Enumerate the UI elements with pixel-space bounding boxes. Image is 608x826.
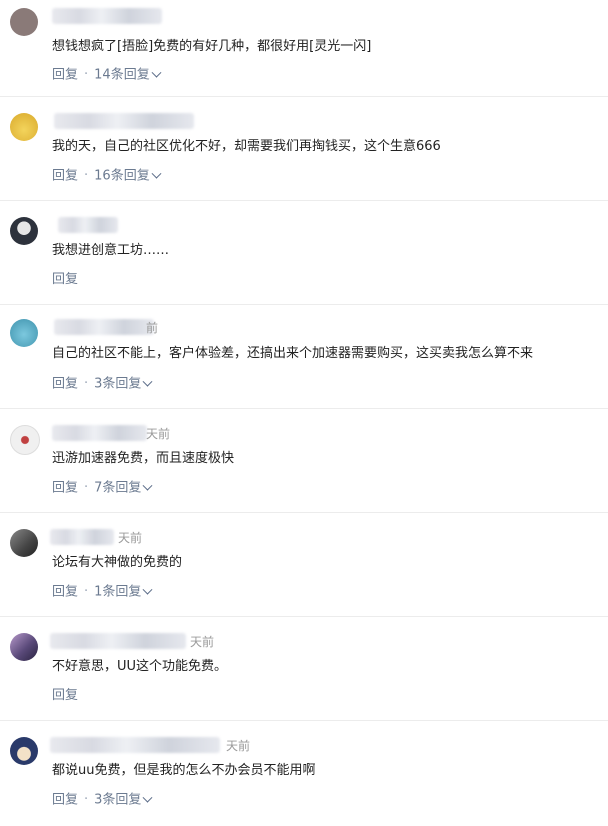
comment-text: 自己的社区不能上，客户体验差，还搞出来个加速器需要购买，这买卖我怎么算不来	[52, 346, 534, 361]
chevron-down-icon	[151, 168, 162, 179]
chevron-down-icon	[142, 792, 153, 803]
comment-text: 想钱想疯了[捂脸]免费的有好几种，都很好用[灵光一闪]	[52, 39, 372, 54]
comment-header	[46, 215, 588, 235]
comment-item: 天前 论坛有大神做的免费的 回复 · 1条回复	[0, 513, 608, 617]
reply-button[interactable]: 回复	[52, 272, 78, 287]
expand-replies-button[interactable]: 16条回复	[94, 168, 162, 184]
user-avatar[interactable]	[10, 529, 38, 557]
user-avatar[interactable]	[10, 737, 38, 765]
comment-text: 都说uu免费，但是我的怎么不办会员不能用啊	[52, 763, 316, 778]
comment-actions: 回复 · 14条回复	[52, 66, 162, 85]
comment-header: 天前	[46, 631, 588, 651]
chevron-down-icon	[151, 67, 162, 78]
reply-button[interactable]: 回复	[52, 168, 78, 183]
chevron-down-icon	[142, 480, 153, 491]
comment-header	[46, 6, 588, 26]
reply-count-label: 16条回复	[94, 168, 150, 183]
username-blurred[interactable]	[54, 113, 194, 129]
comment-time: 天前	[118, 531, 143, 545]
separator-dot: ·	[84, 584, 89, 600]
comment-header: 天前	[46, 423, 588, 443]
username-blurred[interactable]	[50, 633, 186, 649]
comment-actions: 回复 · 3条回复	[52, 375, 153, 394]
comment-time: 前	[146, 321, 159, 335]
comment-actions: 回复 · 7条回复	[52, 479, 153, 498]
username-blurred[interactable]	[50, 737, 220, 753]
user-avatar[interactable]	[10, 319, 38, 347]
user-avatar[interactable]	[10, 8, 38, 36]
username-blurred[interactable]	[50, 529, 114, 545]
chevron-down-icon	[142, 584, 153, 595]
comment-text: 我的天，自己的社区优化不好，却需要我们再掏钱买，这个生意666	[52, 139, 441, 154]
expand-replies-button[interactable]: 3条回复	[94, 376, 153, 392]
user-avatar[interactable]	[10, 633, 38, 661]
chevron-down-icon	[142, 376, 153, 387]
reply-count-label: 3条回复	[94, 376, 142, 391]
reply-button[interactable]: 回复	[52, 584, 78, 599]
username-blurred[interactable]	[52, 8, 162, 24]
comment-header	[46, 111, 588, 131]
comment-time: 天前	[190, 635, 215, 649]
expand-replies-button[interactable]: 7条回复	[94, 480, 153, 496]
user-avatar[interactable]	[10, 425, 40, 455]
username-blurred[interactable]	[52, 425, 147, 441]
reply-count-label: 3条回复	[94, 792, 142, 807]
comment-actions: 回复	[52, 687, 78, 706]
username-blurred[interactable]	[58, 217, 118, 233]
separator-dot: ·	[84, 792, 89, 808]
comment-item: 天前 都说uu免费，但是我的怎么不办会员不能用啊 回复 · 3条回复	[0, 721, 608, 825]
reply-button[interactable]: 回复	[52, 792, 78, 807]
username-blurred[interactable]	[54, 319, 154, 335]
user-avatar[interactable]	[10, 113, 38, 141]
comment-text: 不好意思，UU这个功能免费。	[52, 659, 228, 674]
comment-list: 想钱想疯了[捂脸]免费的有好几种，都很好用[灵光一闪] 回复 · 14条回复 我的天…	[0, 0, 608, 825]
comment-item: 我想进创意工坊…… 回复	[0, 201, 608, 305]
comment-header: 前	[46, 317, 588, 337]
comment-item: 前 自己的社区不能上，客户体验差，还搞出来个加速器需要购买，这买卖我怎么算不来 …	[0, 305, 608, 409]
expand-replies-button[interactable]: 1条回复	[94, 584, 153, 600]
comment-text: 迅游加速器免费，而且速度极快	[52, 451, 235, 466]
comment-time: 天前	[226, 739, 251, 753]
comment-header: 天前	[46, 735, 588, 755]
comment-actions: 回复	[52, 271, 78, 290]
reply-button[interactable]: 回复	[52, 376, 78, 391]
comment-actions: 回复 · 3条回复	[52, 791, 153, 810]
comment-text: 我想进创意工坊……	[52, 243, 170, 258]
expand-replies-button[interactable]: 3条回复	[94, 792, 153, 808]
comment-item: 天前 迅游加速器免费，而且速度极快 回复 · 7条回复	[0, 409, 608, 513]
reply-count-label: 14条回复	[94, 67, 150, 82]
separator-dot: ·	[84, 480, 89, 496]
reply-button[interactable]: 回复	[52, 688, 78, 703]
separator-dot: ·	[84, 168, 89, 184]
comment-text: 论坛有大神做的免费的	[52, 555, 183, 570]
separator-dot: ·	[84, 376, 89, 392]
comment-time: 天前	[146, 427, 171, 441]
comment-item: 我的天，自己的社区优化不好，却需要我们再掏钱买，这个生意666 回复 · 16条回复	[0, 97, 608, 201]
reply-button[interactable]: 回复	[52, 480, 78, 495]
comment-item: 天前 不好意思，UU这个功能免费。 回复	[0, 617, 608, 721]
reply-button[interactable]: 回复	[52, 67, 78, 82]
reply-count-label: 7条回复	[94, 480, 142, 495]
comment-header: 天前	[46, 527, 588, 547]
comment-actions: 回复 · 1条回复	[52, 583, 153, 602]
expand-replies-button[interactable]: 14条回复	[94, 67, 162, 83]
reply-count-label: 1条回复	[94, 584, 142, 599]
separator-dot: ·	[84, 67, 89, 83]
comment-actions: 回复 · 16条回复	[52, 167, 162, 186]
user-avatar[interactable]	[10, 217, 38, 245]
comment-item: 想钱想疯了[捂脸]免费的有好几种，都很好用[灵光一闪] 回复 · 14条回复	[0, 0, 608, 97]
